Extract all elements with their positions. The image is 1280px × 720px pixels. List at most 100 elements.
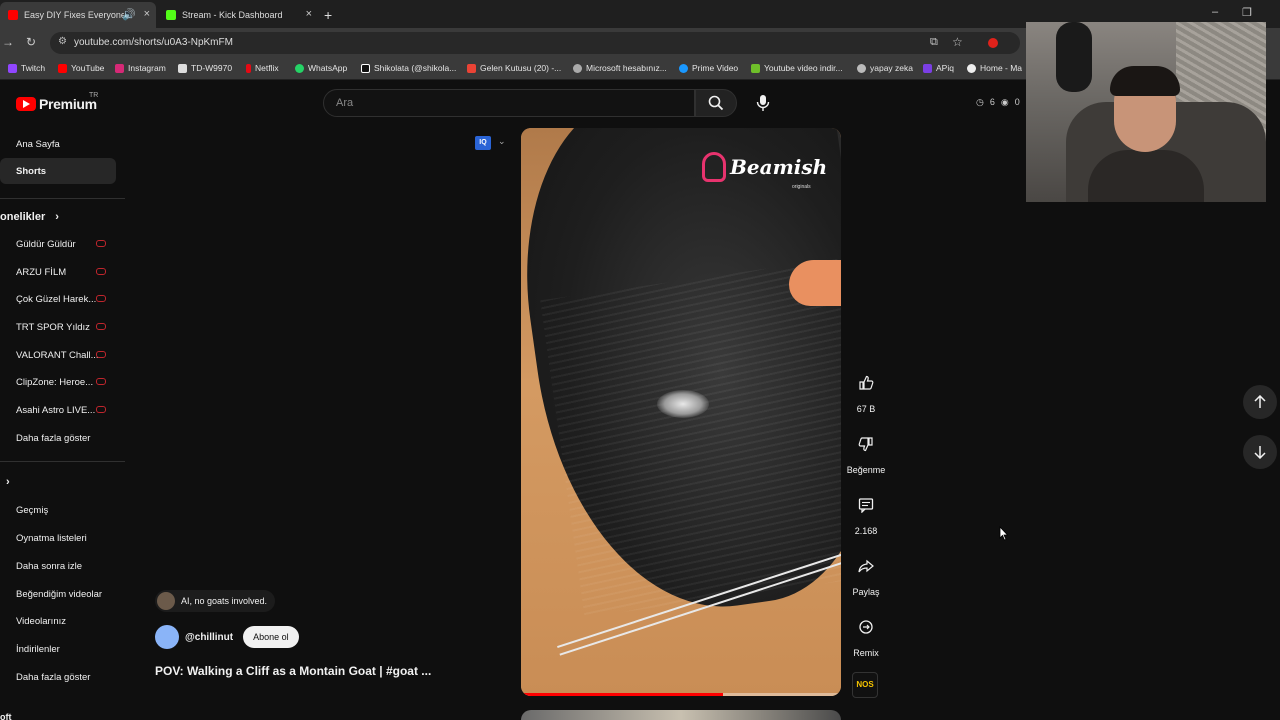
new-tab-button[interactable]: + <box>324 2 344 28</box>
home-site-icon <box>967 63 976 73</box>
close-tab-icon[interactable]: × <box>144 8 150 20</box>
dislike-button[interactable]: Beğenme <box>844 429 888 475</box>
next-short-button[interactable] <box>1243 435 1277 469</box>
counter-1: 6 <box>989 97 995 107</box>
next-shorts-preview[interactable] <box>521 710 841 720</box>
sidebar-show-more[interactable]: Daha fazla göster <box>0 664 116 690</box>
chevron-down-icon[interactable]: ⌄ <box>498 136 506 147</box>
bookmark-yapay-zeka[interactable]: yapay zeka <box>857 63 913 73</box>
channel-row: @chillinut Abone ol <box>155 625 299 649</box>
install-app-icon[interactable]: ⧉ <box>930 36 938 49</box>
minimize-icon[interactable]: – <box>1212 6 1218 18</box>
bookmark-td-w9970[interactable]: TD-W9970 <box>178 63 232 73</box>
share-label: Paylaş <box>852 587 880 597</box>
header-counters: ◷ 6 ◉ 0 <box>976 97 1020 108</box>
like-button[interactable]: 67 B <box>844 368 888 414</box>
sidebar-channel[interactable]: ClipZone: Heroe... <box>0 369 116 395</box>
search-input[interactable]: Ara <box>323 89 695 117</box>
bookmark-star-icon[interactable]: ☆ <box>952 35 963 49</box>
video-frame <box>657 390 709 418</box>
download-icon <box>751 63 760 73</box>
pinned-comment-chip[interactable]: AI, no goats involved. <box>155 590 276 612</box>
bookmark-gmail[interactable]: Gelen Kutusu (20) -... <box>467 63 561 73</box>
bookmark-prime-video[interactable]: Prime Video <box>679 63 738 73</box>
sidebar-channel[interactable]: Asahi Astro LIVE... <box>0 397 116 423</box>
sidebar-you-header[interactable]: › <box>6 476 10 488</box>
bookmark-twitch[interactable]: Twitch <box>8 63 45 73</box>
youtube-play-icon <box>16 97 36 111</box>
tab-title: Stream - Kick Dashboard <box>182 10 283 20</box>
channel-avatar[interactable] <box>155 625 179 649</box>
shorts-video-player[interactable]: Beamish originals <box>521 128 841 696</box>
search-button[interactable] <box>695 89 737 117</box>
close-tab-icon[interactable]: × <box>306 8 312 20</box>
like-count: 67 B <box>856 404 876 414</box>
live-icon <box>96 351 106 358</box>
tab-youtube[interactable]: Easy DIY Fixes Everyone Sh 🔊 × <box>0 2 156 28</box>
live-icon <box>96 268 106 275</box>
sidebar-channel[interactable]: Güldür Güldür <box>0 231 116 257</box>
forward-icon[interactable]: → <box>2 35 14 49</box>
openai-icon <box>857 63 866 73</box>
sidebar-partial-item: oft <box>0 712 12 720</box>
sidebar-item-shorts[interactable]: Shorts <box>0 158 116 184</box>
speaker-icon[interactable]: 🔊 <box>122 8 136 21</box>
voice-search-button[interactable] <box>748 89 778 117</box>
page-icon <box>178 63 187 73</box>
youtube-premium-logo[interactable]: Premium TR <box>16 92 98 112</box>
avatar <box>157 592 175 610</box>
progress-bar[interactable] <box>521 693 841 696</box>
extension-icon[interactable] <box>988 38 998 48</box>
sidebar-subscriptions-header[interactable]: onelikler › <box>0 211 59 223</box>
sidebar-channel[interactable]: ARZU FİLM <box>0 259 116 285</box>
arrow-up-icon <box>1254 395 1266 408</box>
share-button[interactable]: Paylaş <box>844 551 888 597</box>
gmail-icon <box>467 63 476 73</box>
bookmark-microsoft[interactable]: Microsoft hesabınız... <box>573 63 667 73</box>
live-icon <box>96 295 106 302</box>
bookmark-shikolata[interactable]: Shikolata (@shikola... <box>361 63 456 73</box>
sidebar-channel[interactable]: Çok Güzel Harek... <box>0 286 116 312</box>
live-icon <box>96 406 106 413</box>
microphone-icon <box>756 95 770 111</box>
sidebar-item-downloads[interactable]: İndirilenler <box>0 636 116 662</box>
remix-icon <box>859 620 873 634</box>
reload-icon[interactable]: ↻ <box>26 35 36 49</box>
url-field[interactable]: ⚙ youtube.com/shorts/u0A3-NpKmFM ⧉ ☆ <box>50 32 1020 54</box>
sidebar-item-watch-later[interactable]: Daha sonra izle <box>0 553 116 579</box>
maximize-icon[interactable]: ❐ <box>1242 6 1252 19</box>
bookmark-whatsapp[interactable]: WhatsApp <box>295 63 347 73</box>
sound-avatar[interactable]: NOS <box>852 672 878 698</box>
tab-kick[interactable]: Stream - Kick Dashboard × <box>158 2 318 28</box>
bookmark-instagram[interactable]: Instagram <box>115 63 166 73</box>
bookmark-netflix[interactable]: Netflix <box>246 63 279 73</box>
tiktok-icon <box>361 63 370 73</box>
quality-badge[interactable]: IQ <box>475 136 491 150</box>
sidebar-item-history[interactable]: Geçmiş <box>0 497 116 523</box>
search-icon <box>708 95 724 111</box>
clock-icon: ◷ <box>976 97 984 107</box>
share-icon <box>858 559 874 573</box>
sidebar-item-your-videos[interactable]: Videolarınız <box>0 608 116 634</box>
live-icon <box>96 378 106 385</box>
video-title[interactable]: POV: Walking a Cliff as a Montain Goat |… <box>155 664 431 678</box>
sidebar-item-home[interactable]: Ana Sayfa <box>0 131 116 157</box>
channel-name[interactable]: @chillinut <box>185 632 233 643</box>
bookmark-youtube-downloader[interactable]: Youtube video indir... <box>751 63 843 73</box>
bookmark-apiq[interactable]: APiq <box>923 63 954 73</box>
bookmark-home[interactable]: Home - Ma <box>967 63 1022 73</box>
sidebar-show-more[interactable]: Daha fazla göster <box>0 425 116 451</box>
sidebar-channel[interactable]: TRT SPOR Yıldız <box>0 314 116 340</box>
comments-button[interactable]: 2.168 <box>844 490 888 536</box>
brand-subtitle: originals <box>792 184 811 190</box>
sidebar-item-playlists[interactable]: Oynatma listeleri <box>0 525 116 551</box>
comment-count: 2.168 <box>854 526 878 536</box>
bookmark-youtube[interactable]: YouTube <box>58 63 104 73</box>
subscribe-button[interactable]: Abone ol <box>243 626 299 648</box>
site-info-icon[interactable]: ⚙ <box>58 36 67 47</box>
sidebar-item-liked-videos[interactable]: Beğendiğim videolar <box>0 581 116 607</box>
remix-button[interactable]: Remix <box>844 612 888 658</box>
live-icon <box>96 240 106 247</box>
previous-short-button[interactable] <box>1243 385 1277 419</box>
sidebar-channel[interactable]: VALORANT Chall... <box>0 342 116 368</box>
